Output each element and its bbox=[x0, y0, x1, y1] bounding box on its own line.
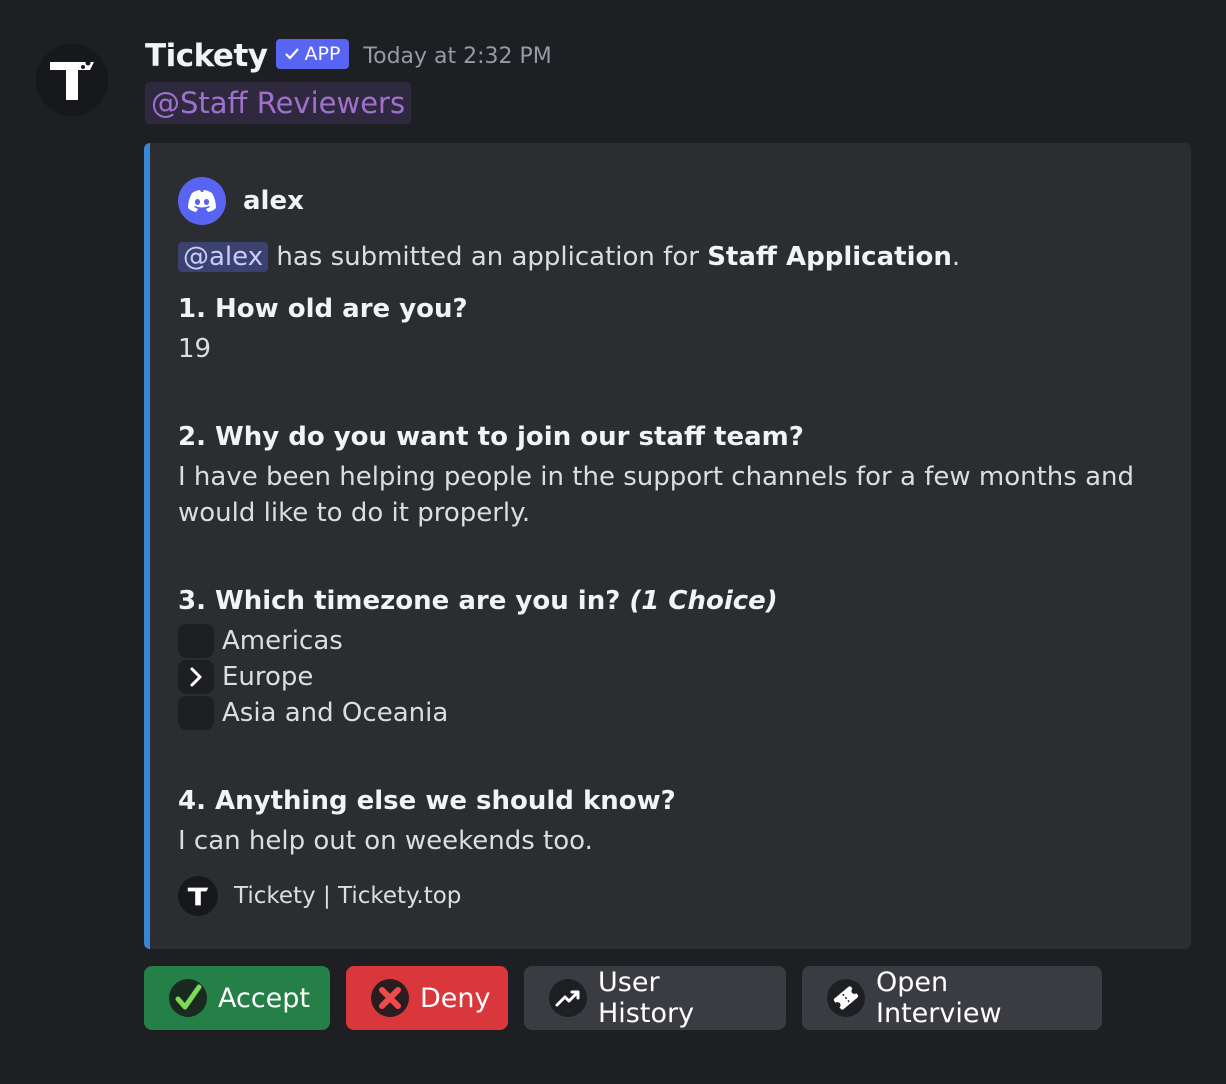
tickety-logo-icon bbox=[178, 876, 218, 916]
choice-item-selected: Europe bbox=[178, 659, 313, 695]
embed-author: alex bbox=[178, 177, 304, 225]
accept-button[interactable]: Accept bbox=[144, 966, 330, 1030]
application-name: Staff Application bbox=[707, 242, 952, 272]
cross-mark-icon bbox=[370, 978, 410, 1018]
action-row: Accept Deny User History Open Interview bbox=[144, 966, 1102, 1030]
choice-marker bbox=[178, 624, 214, 658]
question-title: 3. Which timezone are you in? (1 Choice) bbox=[178, 583, 1178, 619]
embed-footer: Tickety | Tickety.top bbox=[178, 876, 461, 916]
bot-avatar[interactable] bbox=[36, 44, 108, 116]
author-name[interactable]: Tickety bbox=[145, 38, 268, 74]
question-title: 4. Anything else we should know? bbox=[178, 786, 676, 816]
discord-icon bbox=[178, 177, 226, 225]
question-choice-hint: (1 Choice) bbox=[629, 586, 778, 616]
chevron-right-icon bbox=[178, 660, 214, 694]
embed-description: @alex has submitted an application for S… bbox=[178, 238, 1178, 276]
description-period: . bbox=[951, 242, 961, 272]
choice-label: Americas bbox=[222, 626, 343, 656]
footer-text: Tickety | Tickety.top bbox=[234, 883, 462, 909]
accept-label: Accept bbox=[218, 982, 311, 1014]
question-title: 1. How old are you? bbox=[178, 294, 468, 324]
embed-author-name[interactable]: alex bbox=[243, 186, 304, 216]
open-interview-button[interactable]: Open Interview bbox=[802, 966, 1102, 1030]
app-badge: APP bbox=[276, 39, 350, 69]
question-answer: I have been helping people in the suppor… bbox=[178, 462, 1134, 528]
choice-marker bbox=[178, 696, 214, 730]
ticket-icon bbox=[826, 978, 866, 1018]
timestamp: Today at 2:32 PM bbox=[363, 43, 552, 69]
message-header: Tickety APP Today at 2:32 PM bbox=[145, 36, 552, 76]
check-mark-icon bbox=[168, 978, 208, 1018]
role-mention[interactable]: @Staff Reviewers bbox=[145, 82, 412, 124]
application-embed: alex @alex has submitted an application … bbox=[144, 143, 1191, 949]
question-answer: 19 bbox=[178, 334, 212, 364]
question-title-text: 3. Which timezone are you in? bbox=[178, 586, 621, 616]
checkmark-icon bbox=[285, 48, 300, 60]
tickety-logo-icon bbox=[50, 60, 94, 100]
question-title: 2. Why do you want to join our staff tea… bbox=[178, 422, 804, 452]
choice-item: Asia and Oceania bbox=[178, 695, 448, 731]
deny-button[interactable]: Deny bbox=[346, 966, 508, 1030]
choice-item: Americas bbox=[178, 623, 343, 659]
user-history-button[interactable]: User History bbox=[524, 966, 786, 1030]
deny-label: Deny bbox=[420, 982, 491, 1014]
user-history-label: User History bbox=[598, 967, 695, 1029]
choice-label: Asia and Oceania bbox=[222, 698, 449, 728]
description-text: has submitted an application for bbox=[276, 242, 699, 272]
app-badge-label: APP bbox=[304, 43, 341, 65]
choice-label: Europe bbox=[222, 662, 314, 692]
trending-up-icon bbox=[548, 978, 588, 1018]
open-interview-label: Open Interview bbox=[876, 967, 1002, 1029]
question-answer: I can help out on weekends too. bbox=[178, 826, 593, 856]
user-mention[interactable]: @alex bbox=[178, 242, 269, 272]
